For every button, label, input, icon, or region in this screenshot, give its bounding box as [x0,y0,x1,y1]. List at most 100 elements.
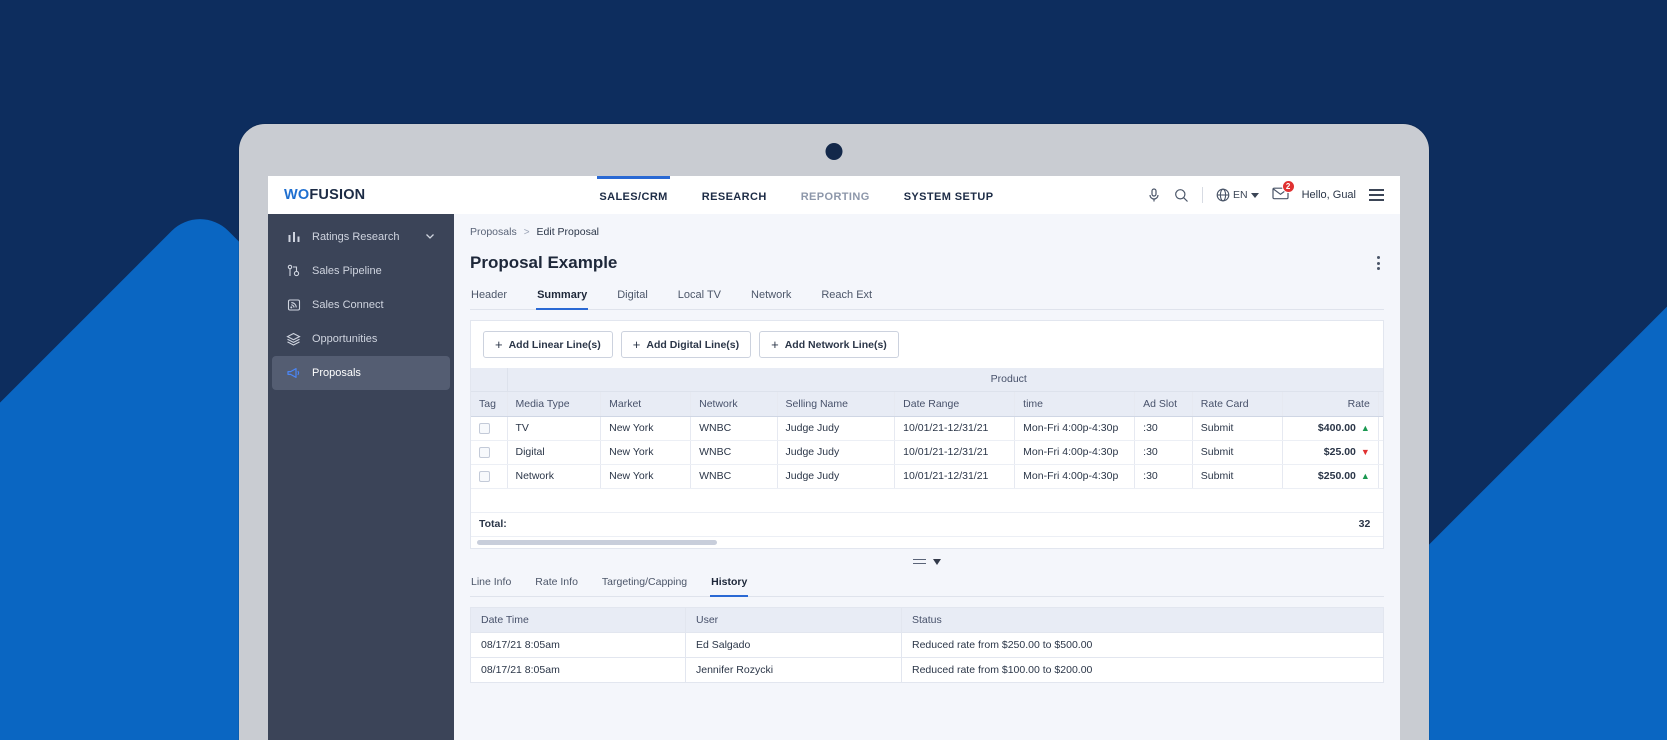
tab-header[interactable]: Header [470,289,508,310]
column-rate[interactable]: Rate [1282,391,1379,417]
history-column-date-time[interactable]: Date Time [470,606,686,633]
collapse-down-icon[interactable] [933,558,941,565]
row-tag-cell[interactable] [471,440,508,465]
nav-item-research[interactable]: RESEARCH [700,176,769,214]
tab-digital[interactable]: Digital [616,289,649,310]
cell-selling-name: Judge Judy [777,416,896,441]
history-cell-datetime: 08/17/21 8:05am [470,656,686,683]
table-row[interactable]: Network New York WNBC Judge Judy 10/01/2… [471,464,1383,489]
table-row[interactable]: 08/17/21 8:05am Ed Salgado Reduced rate … [470,631,1384,658]
sub-tab-rate-info[interactable]: Rate Info [534,576,579,597]
column-demo[interactable]: Demo [1378,391,1383,417]
cell-rate: $400.00 ▲ [1282,416,1379,441]
history-column-user[interactable]: User [685,606,902,633]
sidebar-item-ratings-research[interactable]: Ratings Research [272,220,450,254]
pipeline-icon [286,264,301,279]
grid-horizontal-scrollbar[interactable] [471,536,1383,548]
microphone-icon[interactable] [1147,187,1161,203]
column-tag[interactable]: Tag [471,391,508,417]
column-market[interactable]: Market [600,391,692,417]
sub-tab-targeting-capping[interactable]: Targeting/Capping [601,576,688,597]
cell-rate: $25.00 ▼ [1282,440,1379,465]
row-checkbox[interactable] [479,446,490,458]
sidebar-label-opportunities: Opportunities [312,333,378,345]
grid-scroll-area: Product Tag Media Type Market Network Se… [471,368,1383,537]
sidebar-item-sales-pipeline[interactable]: Sales Pipeline [272,254,450,288]
tab-network[interactable]: Network [750,289,792,310]
column-network[interactable]: Network [690,391,778,417]
hamburger-icon[interactable] [1369,189,1384,201]
header-divider [1201,187,1203,203]
search-icon[interactable] [1174,188,1189,203]
sidebar-item-opportunities[interactable]: Opportunities [272,322,450,356]
cell-rate-card[interactable]: Submit [1192,440,1283,465]
add-linear-line-button[interactable]: + Add Linear Line(s) [483,331,613,358]
column-time[interactable]: time [1014,391,1136,417]
column-selling-name[interactable]: Selling Name [777,391,896,417]
plus-icon: + [495,337,503,352]
device-camera [825,143,843,160]
column-media-type[interactable]: Media Type [507,391,602,417]
megaphone-icon [286,366,301,381]
row-checkbox[interactable] [479,470,490,482]
add-network-line-button[interactable]: + Add Network Line(s) [759,331,899,358]
row-checkbox[interactable] [479,422,490,434]
cell-media-type: Network [507,464,602,489]
user-greeting[interactable]: Hello, Gual [1302,189,1356,201]
sidebar-item-proposals[interactable]: Proposals [272,356,450,390]
tab-summary[interactable]: Summary [536,289,589,310]
cell-media-type: Digital [507,440,602,465]
app-logo[interactable]: WOFUSION [284,187,365,203]
row-tag-cell[interactable] [471,464,508,489]
add-digital-line-button[interactable]: + Add Digital Line(s) [620,331,752,358]
group-blank-cell [471,368,508,392]
history-header-row: Date Time User Status [470,606,1384,633]
scrollbar-thumb[interactable] [477,539,717,545]
grid-toolbar: + Add Linear Line(s) + Add Digital Line(… [471,321,1383,368]
logo-fusion: FUSION [309,187,366,203]
tab-local-tv[interactable]: Local TV [677,289,722,310]
column-rate-card[interactable]: Rate Card [1192,391,1283,417]
sub-tab-history[interactable]: History [710,576,749,597]
history-column-status[interactable]: Status [901,606,1384,633]
nav-item-reporting[interactable]: REPORTING [799,176,872,214]
messages-button[interactable]: 2 [1271,179,1295,205]
grid-empty-space-row [471,488,1383,513]
language-selector[interactable]: EN [1216,188,1259,202]
sub-tab-line-info[interactable]: Line Info [470,576,512,597]
history-cell-status: Reduced rate from $100.00 to $200.00 [901,656,1384,683]
cell-network: WNBC [690,440,778,465]
breadcrumb: Proposals > Edit Proposal [470,226,1384,238]
breadcrumb-root[interactable]: Proposals [470,226,517,238]
page-title: Proposal Example [470,253,618,272]
globe-icon [1216,188,1230,202]
nav-item-system-setup[interactable]: SYSTEM SETUP [902,176,996,214]
cell-time: Mon-Fri 4:00p-4:30p [1014,464,1136,489]
tab-reach-ext[interactable]: Reach Ext [820,289,873,310]
total-value: 32 [1282,511,1379,537]
sidebar-item-sales-connect[interactable]: Sales Connect [272,288,450,322]
cell-date-range: 10/01/21-12/31/21 [894,464,1016,489]
more-options-icon[interactable] [1373,252,1384,274]
cell-date-range: 10/01/21-12/31/21 [894,440,1016,465]
main-content: Proposals > Edit Proposal Proposal Examp… [454,214,1400,740]
cell-market: New York [600,464,692,489]
nav-item-sales-crm[interactable]: SALES/CRM [597,176,670,214]
history-table: Date Time User Status 08/17/21 8:05am Ed… [470,606,1384,683]
table-row[interactable]: 08/17/21 8:05am Jennifer Rozycki Reduced… [470,656,1384,683]
splitter-handle-icon[interactable] [913,558,926,565]
history-body: 08/17/21 8:05am Ed Salgado Reduced rate … [470,631,1384,683]
table-row[interactable]: Digital New York WNBC Judge Judy 10/01/2… [471,440,1383,465]
cell-rate-card[interactable]: Submit [1192,464,1283,489]
column-date-range[interactable]: Date Range [894,391,1016,417]
plus-icon: + [632,337,641,352]
bar-chart-icon [286,230,301,245]
cell-market: New York [600,440,692,465]
column-ad-slot[interactable]: Ad Slot [1134,391,1193,417]
cell-ad-slot: :30 [1134,440,1193,465]
row-tag-cell[interactable] [471,416,508,441]
table-row[interactable]: TV New York WNBC Judge Judy 10/01/21-12/… [471,416,1383,441]
cell-rate-card[interactable]: Submit [1192,416,1283,441]
breadcrumb-separator: > [523,226,530,238]
grid-body: TV New York WNBC Judge Judy 10/01/21-12/… [471,416,1383,537]
